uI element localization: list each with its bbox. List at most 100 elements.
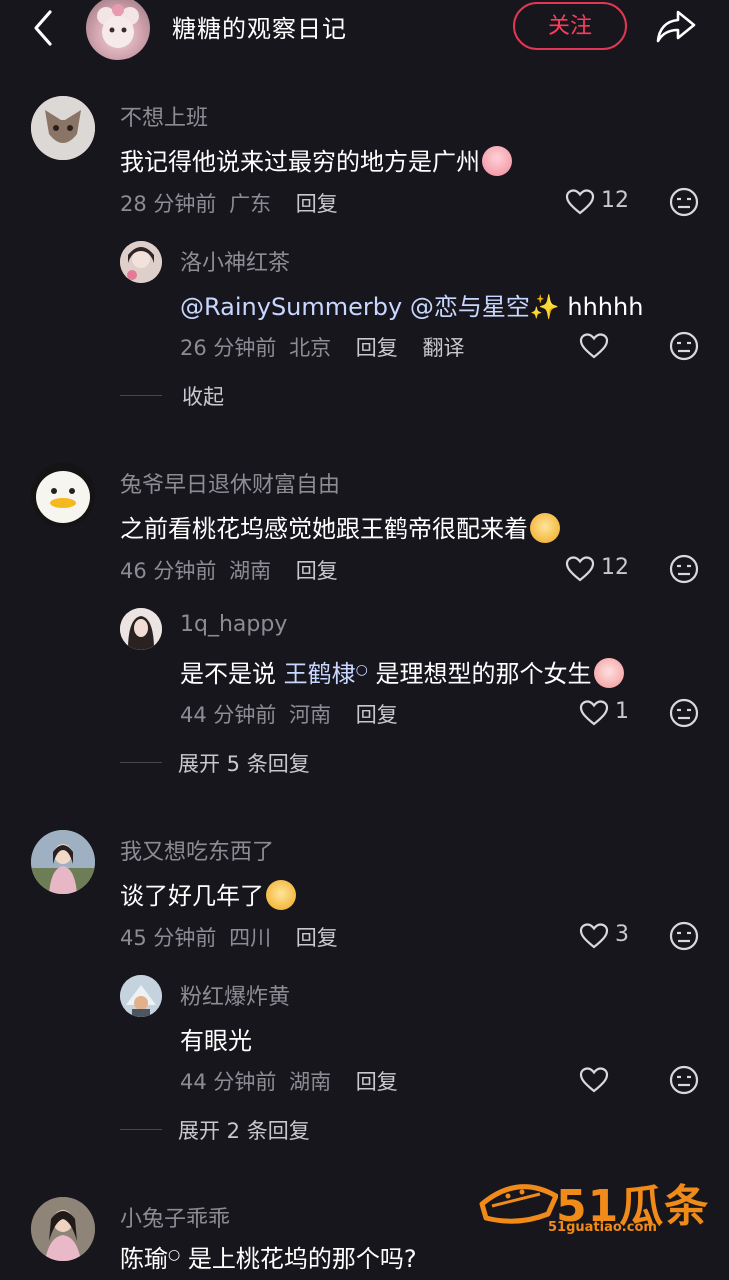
like-count: 3 [615,922,629,947]
avatar[interactable] [31,1197,95,1261]
reply-time: 44 分钟前 [180,703,277,727]
expand-replies-button[interactable]: 展开 2 条回复 [178,1115,310,1145]
reply-text: 是不是说 王鹤棣○ 是理想型的那个女生 [180,654,624,689]
back-button[interactable] [30,8,60,48]
comment-location: 广东 [229,192,272,216]
neutral-face-icon [669,1065,699,1095]
comment-location: 湖南 [229,559,272,583]
author-avatar[interactable] [86,0,150,60]
divider [120,1129,162,1130]
neutral-face-icon [669,698,699,728]
heart-icon [579,700,609,726]
comment-text: 陈瑜○ 是上桃花坞的那个吗? [120,1239,417,1274]
translate-button[interactable]: 翻译 [422,336,464,360]
search-link[interactable]: 陈瑜 [120,1245,168,1273]
comment-text-content: 谈了好几年了 [120,882,264,910]
reply-text: 有眼光 [180,1027,252,1055]
comment-author[interactable]: 小兔子乖乖 [120,1201,230,1233]
reply-text-content: hhhhh [559,293,644,321]
watermark-url: 51guatiao.com [548,1220,657,1235]
comment-text-after: 是上桃花坞的那个吗? [180,1245,417,1273]
avatar[interactable] [120,608,162,650]
reply-text-after: 是理想型的那个女生 [367,660,592,688]
like-button[interactable]: 12 [565,553,645,587]
comment-author[interactable]: 我又想吃东西了 [120,834,274,866]
reply-author[interactable]: 粉红爆炸黄 [180,979,290,1011]
heart-icon [579,333,609,359]
like-button[interactable] [579,330,613,364]
comment-text-content: 之前看桃花坞感觉她跟王鹤帝很配来着 [120,515,528,543]
reply-button[interactable]: 回复 [296,559,338,583]
comment-text-content: 我记得他说来过最穷的地方是广州 [120,148,480,176]
reply-author[interactable]: 洛小神红茶 [180,245,290,277]
comment-meta: 46 分钟前 湖南 回复 [120,555,338,585]
avatar[interactable] [31,463,95,527]
dislike-button[interactable] [668,330,700,362]
dislike-button[interactable] [668,186,700,218]
reply-button[interactable]: 回复 [356,703,398,727]
comment-author[interactable]: 不想上班 [120,100,208,132]
crying-emoji-icon [482,146,512,176]
comment-time: 28 分钟前 [120,192,217,216]
dislike-button[interactable] [668,697,700,729]
share-icon [656,10,696,43]
top-bar: 糖糖的观察日记 关注 [0,0,729,60]
like-button[interactable]: 1 [579,697,639,731]
reply-location: 北京 [289,336,332,360]
reply-location: 河南 [289,703,332,727]
divider [120,395,162,396]
reply-text: @RainySummerby @恋与星空✨ hhhhh [180,287,643,322]
collapse-button[interactable]: 收起 [182,381,224,411]
search-link[interactable]: 王鹤棣 [284,660,356,688]
dislike-button[interactable] [668,1064,700,1096]
reply-button[interactable]: 回复 [356,1070,398,1094]
like-count: 12 [601,188,629,213]
follow-button[interactable]: 关注 [513,2,627,50]
heart-icon [579,923,609,949]
comment-time: 46 分钟前 [120,559,217,583]
reply-text-before: 是不是说 [180,660,284,688]
heart-icon [579,1067,609,1093]
blushing-emoji-icon [593,658,624,688]
neutral-face-icon [669,187,699,217]
like-button[interactable] [579,1064,613,1098]
like-count: 12 [601,555,629,580]
dislike-button[interactable] [668,920,700,952]
reply-button[interactable]: 回复 [356,336,398,360]
search-small-icon: ○ [168,1247,181,1263]
avatar[interactable] [120,975,162,1017]
neutral-face-icon [669,554,699,584]
reply-button[interactable]: 回复 [296,926,338,950]
smiling-emoji-icon [266,880,296,910]
comment-meta: 45 分钟前 四川 回复 [120,922,338,952]
chevron-left-icon [34,10,52,46]
comment-location: 四川 [229,926,272,950]
expand-replies-button[interactable]: 展开 5 条回复 [178,748,310,778]
reply-location: 湖南 [289,1070,332,1094]
smiling-emoji-icon [530,513,560,543]
reply-button[interactable]: 回复 [296,192,338,216]
avatar[interactable] [31,830,95,894]
dislike-button[interactable] [668,553,700,585]
comment-time: 45 分钟前 [120,926,217,950]
comment-meta: 28 分钟前 广东 回复 [120,188,338,218]
reply-meta: 26 分钟前 北京 回复 翻译 [180,332,464,362]
comment-text: 之前看桃花坞感觉她跟王鹤帝很配来着 [120,509,560,544]
like-count: 1 [615,699,629,724]
reply-author[interactable]: 1q_happy [180,612,287,637]
comment-text: 谈了好几年了 [120,876,296,911]
like-button[interactable]: 3 [579,920,639,954]
reply-meta: 44 分钟前 河南 回复 [180,699,398,729]
reply-meta: 44 分钟前 湖南 回复 [180,1066,398,1096]
avatar[interactable] [120,241,162,283]
share-button[interactable] [654,6,698,46]
reply-time: 26 分钟前 [180,336,277,360]
comment-text: 我记得他说来过最穷的地方是广州 [120,142,512,177]
avatar[interactable] [31,96,95,160]
mention-link[interactable]: @RainySummerby @恋与星空✨ [180,293,560,321]
comment-author[interactable]: 兔爷早日退休财富自由 [120,467,340,499]
neutral-face-icon [669,331,699,361]
author-name[interactable]: 糖糖的观察日记 [172,9,347,44]
like-button[interactable]: 12 [565,186,645,220]
watermelon-logo-icon [479,1184,558,1224]
